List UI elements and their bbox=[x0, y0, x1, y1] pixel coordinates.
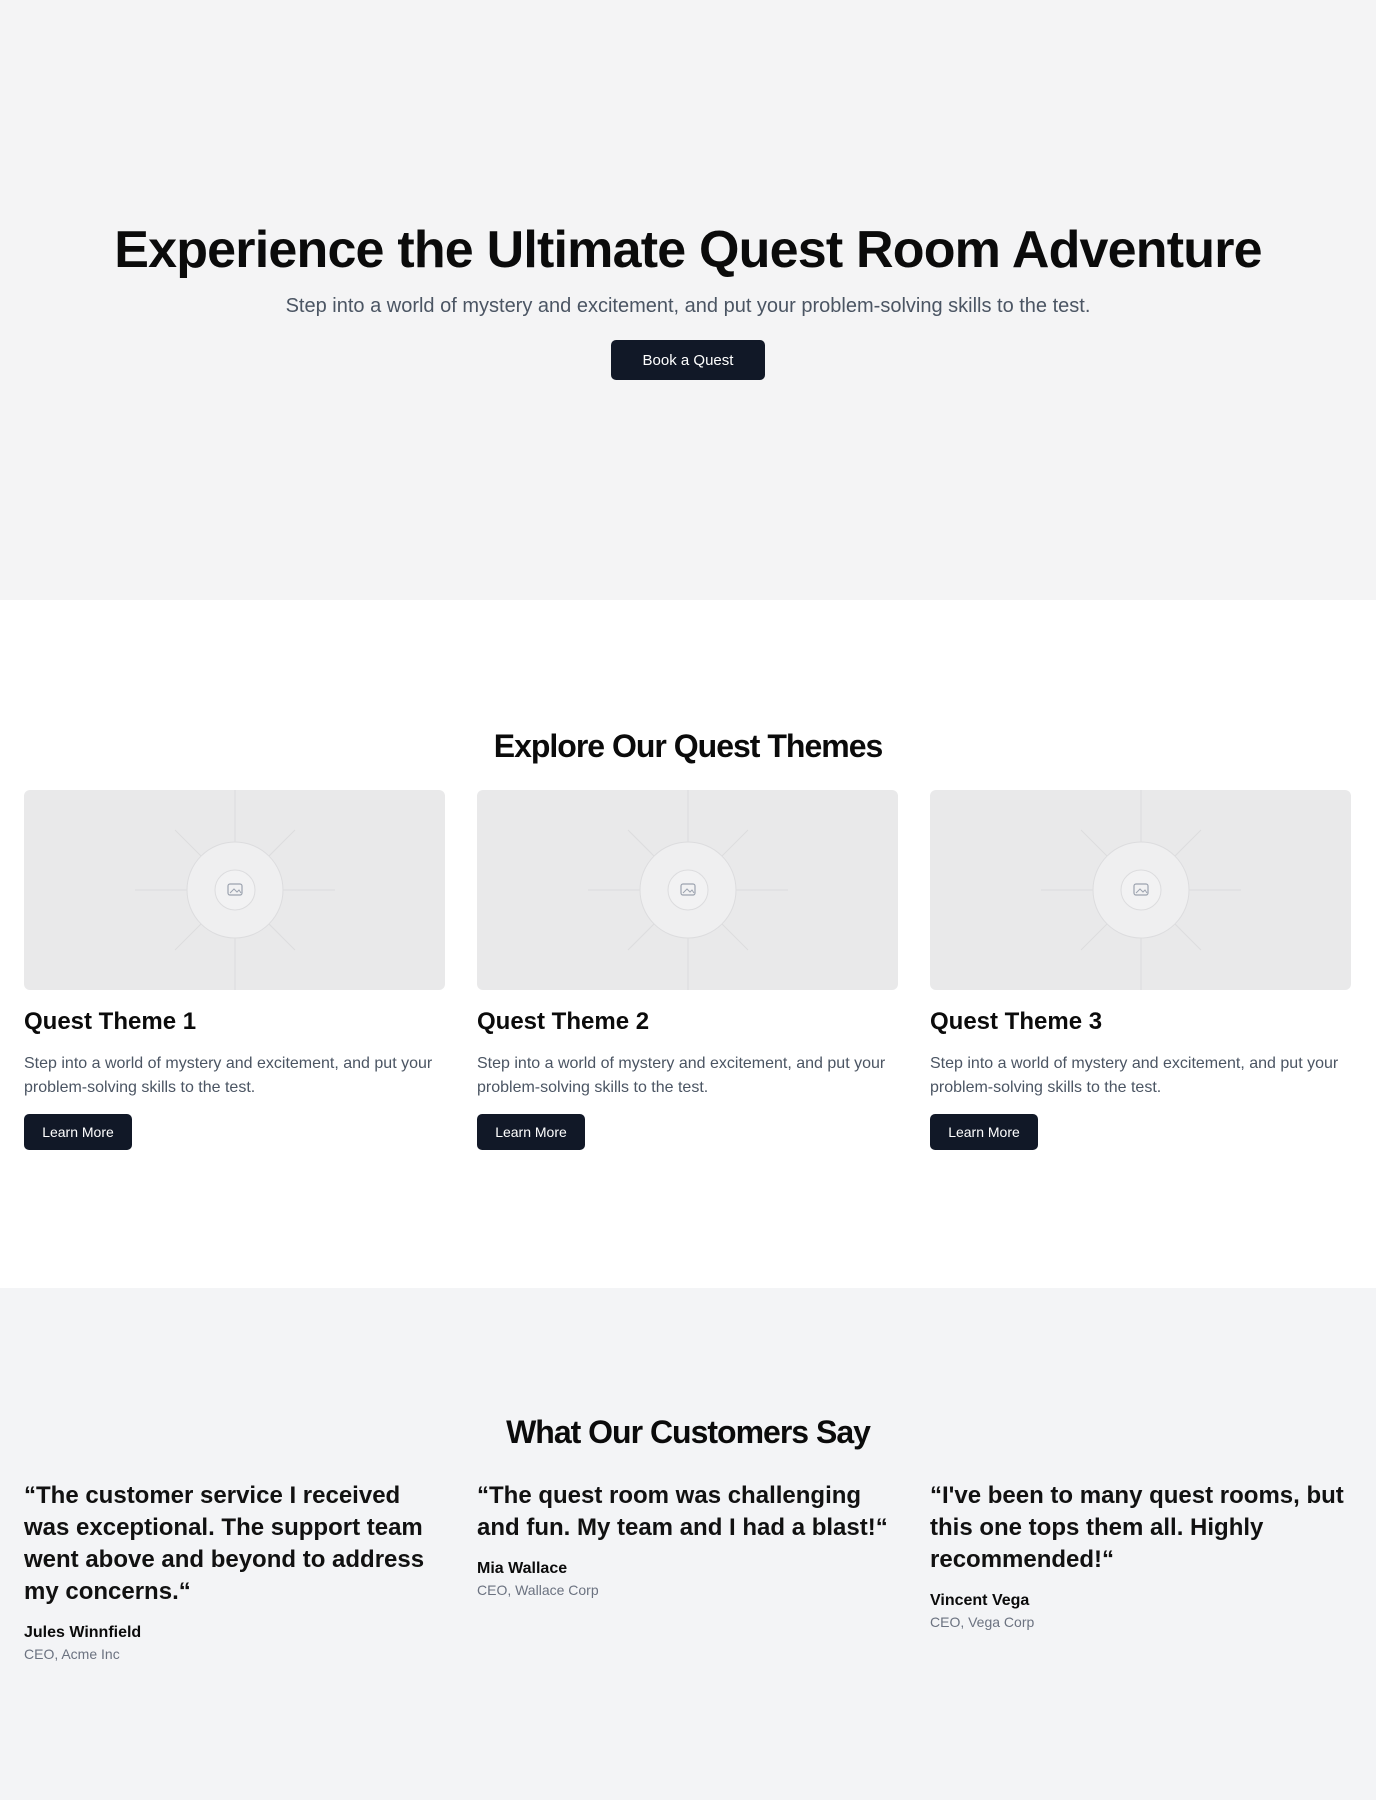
theme-cards: Quest Theme 1 Step into a world of myste… bbox=[0, 790, 1376, 1150]
image-placeholder-icon bbox=[134, 790, 335, 990]
testimonial-quote: “I've been to many quest rooms, but this… bbox=[930, 1482, 1344, 1573]
testimonial: “The quest room was challenging and fun.… bbox=[477, 1480, 898, 1664]
theme-card-description: Step into a world of mystery and excitem… bbox=[24, 1055, 433, 1096]
theme-image-placeholder bbox=[930, 790, 1351, 990]
hero-section: Experience the Ultimate Quest Room Adven… bbox=[0, 0, 1376, 600]
testimonial-quote: “The customer service I received was exc… bbox=[24, 1482, 425, 1605]
theme-image-placeholder bbox=[24, 790, 445, 990]
learn-more-button[interactable]: Learn More bbox=[477, 1114, 585, 1150]
hero-title: Experience the Ultimate Quest Room Adven… bbox=[114, 221, 1262, 279]
learn-more-button[interactable]: Learn More bbox=[930, 1114, 1038, 1150]
learn-more-button[interactable]: Learn More bbox=[24, 1114, 132, 1150]
theme-card-title: Quest Theme 3 bbox=[930, 1008, 1103, 1035]
themes-section: Explore Our Quest Themes Quest Theme 1 S… bbox=[0, 600, 1376, 1288]
book-quest-button[interactable]: Book a Quest bbox=[611, 340, 765, 380]
testimonial-author: Vincent Vega bbox=[930, 1592, 1030, 1609]
testimonial-list: “The customer service I received was exc… bbox=[0, 1480, 1376, 1664]
hero-subtitle: Step into a world of mystery and excitem… bbox=[285, 295, 1091, 317]
testimonial-author: Mia Wallace bbox=[477, 1560, 568, 1577]
theme-card-description: Step into a world of mystery and excitem… bbox=[477, 1055, 886, 1096]
testimonial-role: CEO, Acme Inc bbox=[24, 1646, 120, 1662]
theme-card: Quest Theme 3 Step into a world of myste… bbox=[930, 790, 1351, 1150]
theme-card: Quest Theme 1 Step into a world of myste… bbox=[24, 790, 445, 1150]
testimonial-author: Jules Winnfield bbox=[24, 1624, 142, 1641]
testimonials-title: What Our Customers Say bbox=[506, 1414, 871, 1450]
image-placeholder-icon bbox=[587, 790, 788, 990]
testimonial-quote: “The quest room was challenging and fun.… bbox=[477, 1482, 888, 1541]
theme-card-title: Quest Theme 1 bbox=[24, 1008, 197, 1035]
image-placeholder-icon bbox=[1040, 790, 1241, 990]
theme-card-title: Quest Theme 2 bbox=[477, 1008, 650, 1035]
testimonial-role: CEO, Wallace Corp bbox=[477, 1582, 599, 1598]
theme-card-description: Step into a world of mystery and excitem… bbox=[930, 1055, 1339, 1096]
testimonial-role: CEO, Vega Corp bbox=[930, 1614, 1035, 1630]
theme-card: Quest Theme 2 Step into a world of myste… bbox=[477, 790, 898, 1150]
testimonial: “The customer service I received was exc… bbox=[24, 1480, 445, 1664]
theme-image-placeholder bbox=[477, 790, 898, 990]
themes-title: Explore Our Quest Themes bbox=[493, 728, 884, 764]
testimonials-section: What Our Customers Say “The customer ser… bbox=[0, 1288, 1376, 1800]
testimonial: “I've been to many quest rooms, but this… bbox=[930, 1480, 1351, 1664]
